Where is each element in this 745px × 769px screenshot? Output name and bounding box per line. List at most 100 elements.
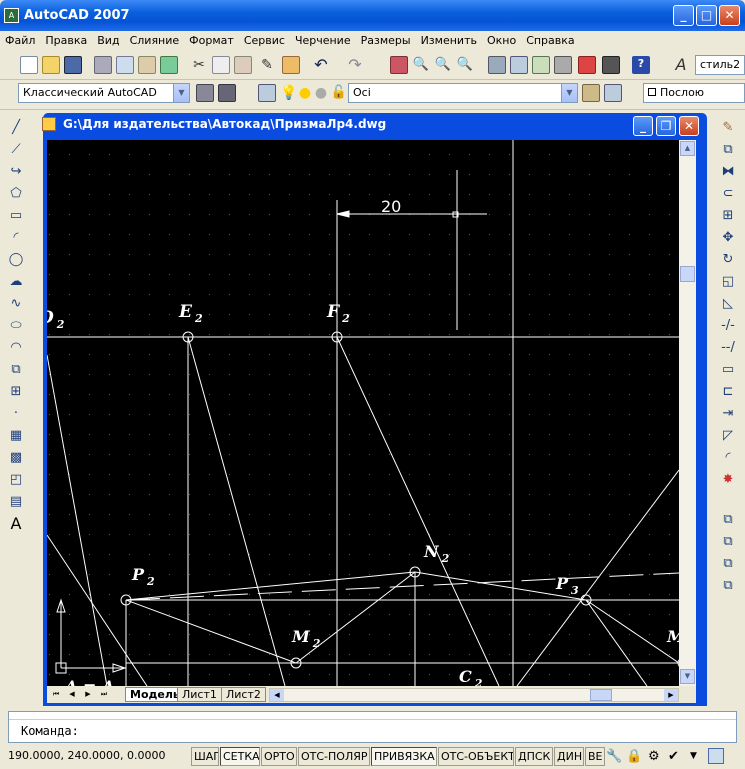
stretch-icon[interactable]: ◺ xyxy=(718,294,738,314)
ellipse-icon[interactable]: ⬭ xyxy=(6,316,26,336)
drawing-file-icon[interactable] xyxy=(42,117,56,131)
first-tab-icon[interactable]: ⏮ xyxy=(49,688,63,701)
layer-lock-icon[interactable]: 🔓 xyxy=(330,84,348,102)
print-preview-icon[interactable] xyxy=(116,56,134,74)
undo-icon[interactable]: ↶ xyxy=(312,56,330,74)
tab-model[interactable]: Модель xyxy=(125,687,185,702)
close-button[interactable]: ✕ xyxy=(719,5,740,26)
pan-realtime-icon[interactable] xyxy=(390,56,408,74)
dynamic-input-toggle[interactable]: ДИН xyxy=(554,747,584,766)
scroll-left-button[interactable]: ◀ xyxy=(270,689,284,701)
last-tab-icon[interactable]: ⏭ xyxy=(97,688,111,701)
chamfer-icon[interactable]: ◸ xyxy=(718,426,738,446)
menu-help[interactable]: Справка xyxy=(521,34,579,47)
block-editor-icon[interactable] xyxy=(282,56,300,74)
next-tab-icon[interactable]: ▶ xyxy=(81,688,95,701)
cut-icon[interactable]: ✂ xyxy=(190,56,208,74)
clean-screen-status-icon[interactable]: ✔ xyxy=(668,749,679,764)
status-menu-chevron-icon[interactable]: ▼ xyxy=(690,751,697,761)
drawing-close-button[interactable]: ✕ xyxy=(679,116,699,136)
scroll-up-button[interactable]: ▲ xyxy=(680,141,695,156)
bring-above-icon[interactable]: ⧉ xyxy=(718,554,738,574)
redo-icon[interactable]: ↷ xyxy=(346,56,364,74)
ellipse-arc-icon[interactable]: ◠ xyxy=(6,338,26,358)
send-under-icon[interactable]: ⧉ xyxy=(718,576,738,596)
chevron-down-icon[interactable]: ▼ xyxy=(173,84,189,102)
gradient-icon[interactable]: ▩ xyxy=(6,448,26,468)
break-icon[interactable]: ⊏ xyxy=(718,382,738,402)
mirror-icon[interactable]: ⧓ xyxy=(718,162,738,182)
object-snap-toggle[interactable]: ПРИВЯЗКА xyxy=(371,747,437,766)
menu-tools[interactable]: Сервис xyxy=(239,34,290,47)
break-at-point-icon[interactable]: ▭ xyxy=(718,360,738,380)
model-space-canvas[interactable]: E2 F2 D2 N2 P2 P3 M2 C2 M A = A 20 xyxy=(47,140,679,686)
revision-cloud-icon[interactable]: ☁ xyxy=(6,272,26,292)
text-style-combo[interactable]: стиль2 xyxy=(695,55,745,75)
trim-icon[interactable]: -/- xyxy=(718,316,738,336)
scale-icon[interactable]: ◱ xyxy=(718,272,738,292)
insert-block-icon[interactable]: ⧉ xyxy=(6,360,26,380)
publish-icon[interactable] xyxy=(138,56,156,74)
copy-object-icon[interactable]: ⧉ xyxy=(718,140,738,160)
communication-center-icon[interactable]: 🔧 xyxy=(606,749,622,764)
rotate-icon[interactable]: ↻ xyxy=(718,250,738,270)
scroll-down-button[interactable]: ▼ xyxy=(680,669,695,684)
point-icon[interactable]: · xyxy=(6,404,26,424)
drawing-restore-button[interactable]: ❐ xyxy=(656,116,676,136)
extend-icon[interactable]: --/ xyxy=(718,338,738,358)
status-tray-icon[interactable]: ⚙ xyxy=(648,749,660,764)
make-layer-current-icon[interactable] xyxy=(582,84,600,102)
menu-dimension[interactable]: Размеры xyxy=(356,34,416,47)
draw-order-back-icon[interactable]: ⧉ xyxy=(718,532,738,552)
snap-toggle[interactable]: ШАГ xyxy=(191,747,219,766)
menu-window[interactable]: Окно xyxy=(482,34,521,47)
erase-icon[interactable]: ✎ xyxy=(718,118,738,138)
clean-screen-icon[interactable] xyxy=(708,748,724,764)
help-icon[interactable]: ? xyxy=(632,56,650,74)
explode-icon[interactable]: ✸ xyxy=(718,470,738,490)
workspace-settings-icon[interactable] xyxy=(196,84,214,102)
layer-previous-icon[interactable] xyxy=(604,84,622,102)
polar-tracking-toggle[interactable]: ОТС-ПОЛЯР xyxy=(298,747,370,766)
horizontal-scrollbar[interactable]: ◀ ▶ xyxy=(269,688,679,702)
object-tracking-toggle[interactable]: ОТС-ОБЪЕКТ xyxy=(438,747,514,766)
horizontal-scroll-thumb[interactable] xyxy=(590,689,612,701)
line-icon[interactable]: ╱ xyxy=(6,118,26,138)
vertical-scrollbar[interactable]: ▲ ▼ xyxy=(679,140,696,686)
layer-manager-icon[interactable] xyxy=(258,84,276,102)
construction-line-icon[interactable]: ⟋ xyxy=(6,140,26,160)
color-combo[interactable]: Послою xyxy=(643,83,745,103)
circle-icon[interactable]: ◯ xyxy=(6,250,26,270)
offset-icon[interactable]: ⊂ xyxy=(718,184,738,204)
multiline-text-icon[interactable]: A xyxy=(6,514,26,534)
draw-order-front-icon[interactable]: ⧉ xyxy=(718,510,738,530)
design-center-icon[interactable] xyxy=(510,56,528,74)
layer-vp-icon[interactable]: ● xyxy=(312,84,330,102)
vertical-scroll-thumb[interactable] xyxy=(680,266,695,282)
paste-icon[interactable] xyxy=(234,56,252,74)
menu-edit[interactable]: Правка xyxy=(40,34,92,47)
prev-tab-icon[interactable]: ◀ xyxy=(65,688,79,701)
dynamic-ucs-toggle[interactable]: ДПСК xyxy=(515,747,553,766)
open-file-icon[interactable] xyxy=(42,56,60,74)
rectangle-icon[interactable]: ▭ xyxy=(6,206,26,226)
fillet-icon[interactable]: ◜ xyxy=(718,448,738,468)
copy-icon[interactable] xyxy=(212,56,230,74)
sheet-set-icon[interactable] xyxy=(554,56,572,74)
menu-file[interactable]: Файл xyxy=(0,34,40,47)
new-file-icon[interactable] xyxy=(20,56,38,74)
scroll-right-button[interactable]: ▶ xyxy=(664,689,678,701)
text-style-icon[interactable]: A xyxy=(672,56,690,74)
polygon-icon[interactable]: ⬠ xyxy=(6,184,26,204)
autocad-app-icon[interactable]: A xyxy=(4,8,19,23)
tab-sheet2[interactable]: Лист2 xyxy=(221,687,266,702)
tool-palettes-icon[interactable] xyxy=(532,56,550,74)
grid-toggle[interactable]: СЕТКА xyxy=(220,747,260,766)
table-icon[interactable]: ▤ xyxy=(6,492,26,512)
join-icon[interactable]: ⇥ xyxy=(718,404,738,424)
region-icon[interactable]: ◰ xyxy=(6,470,26,490)
menu-modify[interactable]: Изменить xyxy=(416,34,482,47)
arc-icon[interactable]: ◜ xyxy=(6,228,26,248)
print-icon[interactable] xyxy=(94,56,112,74)
menu-view[interactable]: Вид xyxy=(92,34,124,47)
